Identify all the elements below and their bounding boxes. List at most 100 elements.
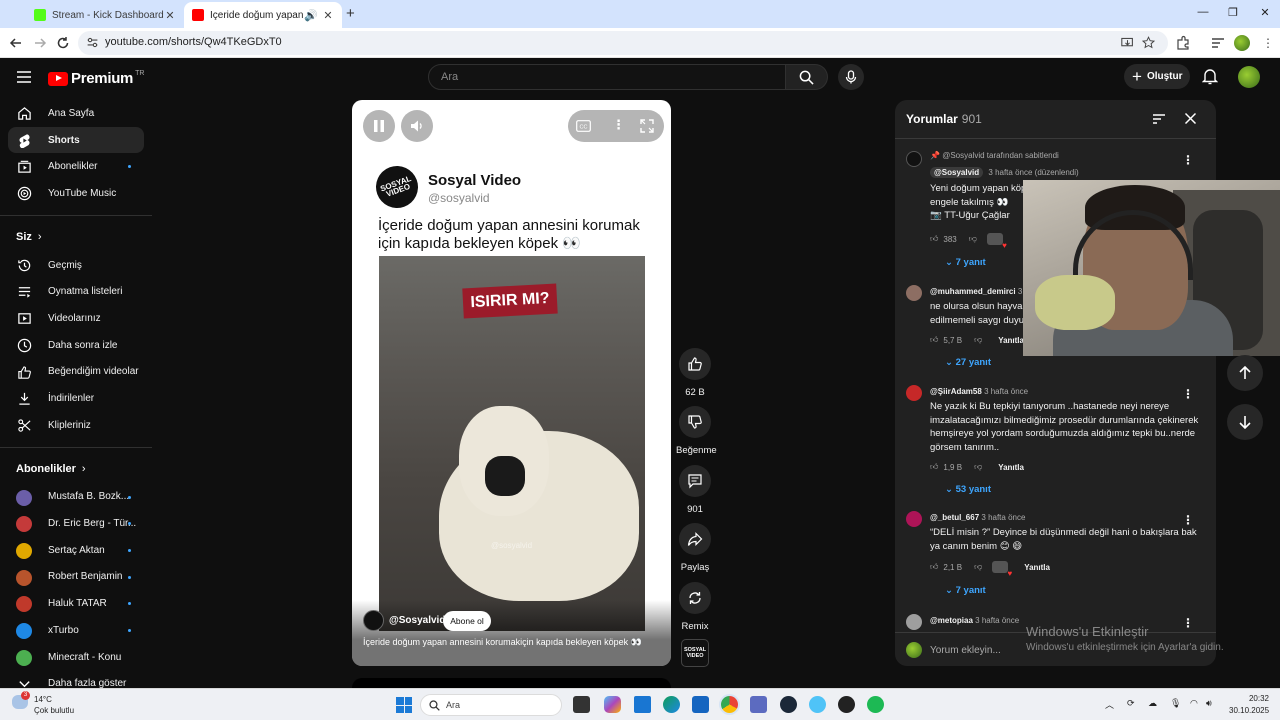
sidebar-show-more[interactable]: Daha fazla göster	[0, 670, 152, 688]
comment-like-icon[interactable]: 👍︎	[930, 335, 938, 345]
sidebar-item-playlists[interactable]: Oynatma listeleri	[0, 278, 152, 305]
reply-button[interactable]: Yanıtla	[998, 336, 1024, 345]
extensions-icon[interactable]	[1175, 35, 1191, 51]
close-tab-icon[interactable]: ✕	[164, 9, 176, 22]
close-tab-icon[interactable]: ✕	[322, 9, 334, 22]
restore-icon[interactable]: ❐	[1218, 6, 1248, 19]
sidebar-item-downloads[interactable]: İndirilenler	[0, 385, 152, 412]
store-icon[interactable]	[692, 696, 709, 713]
sidebar-you-header[interactable]: Siz ›	[0, 222, 152, 252]
comment-dislike-icon[interactable]: 👎︎	[974, 335, 982, 345]
sidebar-item-clips[interactable]: Klipleriniz	[0, 412, 152, 439]
site-info-icon[interactable]	[86, 36, 99, 49]
sidebar-item-history[interactable]: Geçmiş	[0, 252, 152, 279]
sidebar-item-shorts[interactable]: Shorts	[8, 126, 144, 154]
task-view-icon[interactable]	[573, 696, 590, 713]
short-title[interactable]: İçeride doğum yapan annesini korumakiçin…	[363, 637, 663, 648]
comment-dislike-icon[interactable]: 👎︎	[974, 462, 982, 472]
search-button[interactable]	[786, 64, 828, 90]
address-bar[interactable]: youtube.com/shorts/Qw4TKeGDxT0	[78, 31, 1168, 55]
tray-app-icon[interactable]: ⟳	[1127, 698, 1135, 709]
comment-more-icon[interactable]: ⋮	[1182, 387, 1194, 401]
next-short-preview[interactable]	[352, 678, 671, 688]
tray-mic-icon[interactable]: 🎙︎	[1170, 698, 1181, 709]
system-clock[interactable]: 20:32 30.10.2025	[1229, 693, 1269, 717]
browser-tab-kick[interactable]: Stream - Kick Dashboard ✕	[26, 2, 184, 28]
dislike-action[interactable]: Beğenme	[676, 406, 717, 456]
sound-source-avatar[interactable]: SOSYAL VIDEO	[681, 639, 709, 667]
spotify-icon[interactable]	[867, 696, 884, 713]
notifications-bell-icon[interactable]	[1202, 68, 1218, 85]
sidebar-item-youtube-music[interactable]: YouTube Music	[0, 180, 152, 207]
volume-button[interactable]	[401, 110, 433, 142]
like-button[interactable]	[679, 348, 711, 380]
pause-button[interactable]	[363, 110, 395, 142]
reload-icon[interactable]	[55, 35, 71, 51]
profile-avatar[interactable]	[1234, 35, 1250, 51]
volume-tray-icon[interactable]: 🔊︎	[1206, 698, 1212, 709]
back-icon[interactable]	[8, 35, 24, 51]
tray-cloud-icon[interactable]: ☁	[1148, 698, 1157, 709]
sidebar-item-your-videos[interactable]: Videolarınız	[0, 305, 152, 332]
close-window-icon[interactable]: ✕	[1250, 6, 1280, 19]
new-tab-button[interactable]: +	[346, 5, 355, 22]
forward-icon[interactable]	[32, 35, 48, 51]
share-button[interactable]	[679, 523, 711, 555]
comment-avatar[interactable]	[906, 511, 922, 527]
share-action[interactable]: Paylaş	[676, 523, 714, 573]
reply-button[interactable]: Yanıtla	[1024, 563, 1050, 572]
comment-dislike-icon[interactable]: 👎︎	[969, 234, 977, 244]
search-input[interactable]: Ara	[428, 64, 786, 90]
hamburger-menu-icon[interactable]	[16, 70, 32, 84]
create-button[interactable]: + Oluştur	[1124, 64, 1190, 89]
sort-icon[interactable]	[1152, 113, 1166, 125]
taskbar-search[interactable]: Ara	[420, 694, 562, 716]
wifi-icon[interactable]: ◠	[1190, 698, 1198, 709]
remix-action[interactable]: Remix	[676, 582, 714, 632]
comment-avatar[interactable]	[906, 151, 922, 167]
sidebar-subscription-item[interactable]: Haluk TATAR	[0, 590, 152, 617]
youtube-premium-logo[interactable]: Premium TR	[48, 70, 144, 87]
reply-button[interactable]: Yanıtla	[998, 463, 1024, 472]
chrome-icon[interactable]	[721, 696, 738, 713]
next-short-button[interactable]	[1227, 404, 1263, 440]
comment-avatar[interactable]	[906, 385, 922, 401]
previous-short-button[interactable]	[1227, 355, 1263, 391]
comment-like-icon[interactable]: 👍︎	[930, 462, 938, 472]
voice-search-button[interactable]	[838, 64, 864, 90]
tray-overflow-icon[interactable]: ︿	[1105, 698, 1114, 711]
comment-avatar[interactable]	[906, 614, 922, 630]
app-icon[interactable]	[750, 696, 767, 713]
sidebar-subscription-item[interactable]: Sertaç Aktan	[0, 537, 152, 564]
comment-avatar[interactable]	[906, 285, 922, 301]
shorts-player[interactable]: SOSYAL VIDEO Sosyal Video @sosyalvid İçe…	[352, 100, 671, 666]
sidebar-subscription-item[interactable]: Mustafa B. Bozk...	[0, 484, 152, 511]
comment-more-icon[interactable]: ⋮	[1182, 616, 1194, 630]
account-avatar[interactable]	[1238, 66, 1260, 88]
edge-icon[interactable]	[663, 696, 680, 713]
browser-tab-youtube[interactable]: İçeride doğum yapan annesi 🔊 ✕	[184, 2, 342, 28]
comments-action[interactable]: 901	[676, 465, 714, 515]
comment-author[interactable]: @ŞiirAdam58	[930, 387, 982, 396]
channel-name[interactable]: @Sosyalvid	[389, 615, 445, 626]
sidebar-subscription-item[interactable]: Minecraft - Konu	[0, 644, 152, 671]
view-replies-button[interactable]: ⌄ 53 yanıt	[945, 484, 991, 495]
comment-author[interactable]: @muhammed_demirci	[930, 287, 1016, 296]
audio-icon[interactable]: 🔊	[304, 9, 318, 22]
bookmark-star-icon[interactable]	[1142, 36, 1155, 49]
comment-more-icon[interactable]: ⋮	[1182, 153, 1194, 167]
minimize-icon[interactable]: —	[1188, 6, 1218, 18]
remix-button[interactable]	[679, 582, 711, 614]
close-icon[interactable]	[1184, 112, 1197, 125]
start-button[interactable]	[396, 697, 412, 713]
comment-more-icon[interactable]: ⋮	[1182, 513, 1194, 527]
comment-author[interactable]: @metopiaa	[930, 616, 973, 625]
chrome-menu-icon[interactable]: ⋮	[1260, 35, 1276, 51]
sidebar-item-watch-later[interactable]: Daha sonra izle	[0, 332, 152, 359]
reading-list-icon[interactable]	[1210, 35, 1226, 51]
sidebar-item-subscriptions[interactable]: Abonelikler	[0, 153, 152, 180]
captions-icon[interactable]: CC	[576, 120, 591, 132]
fullscreen-icon[interactable]	[640, 119, 654, 133]
sidebar-item-liked-videos[interactable]: Beğendiğim videolar	[0, 359, 152, 386]
sidebar-subscription-item[interactable]: xTurbo	[0, 617, 152, 644]
